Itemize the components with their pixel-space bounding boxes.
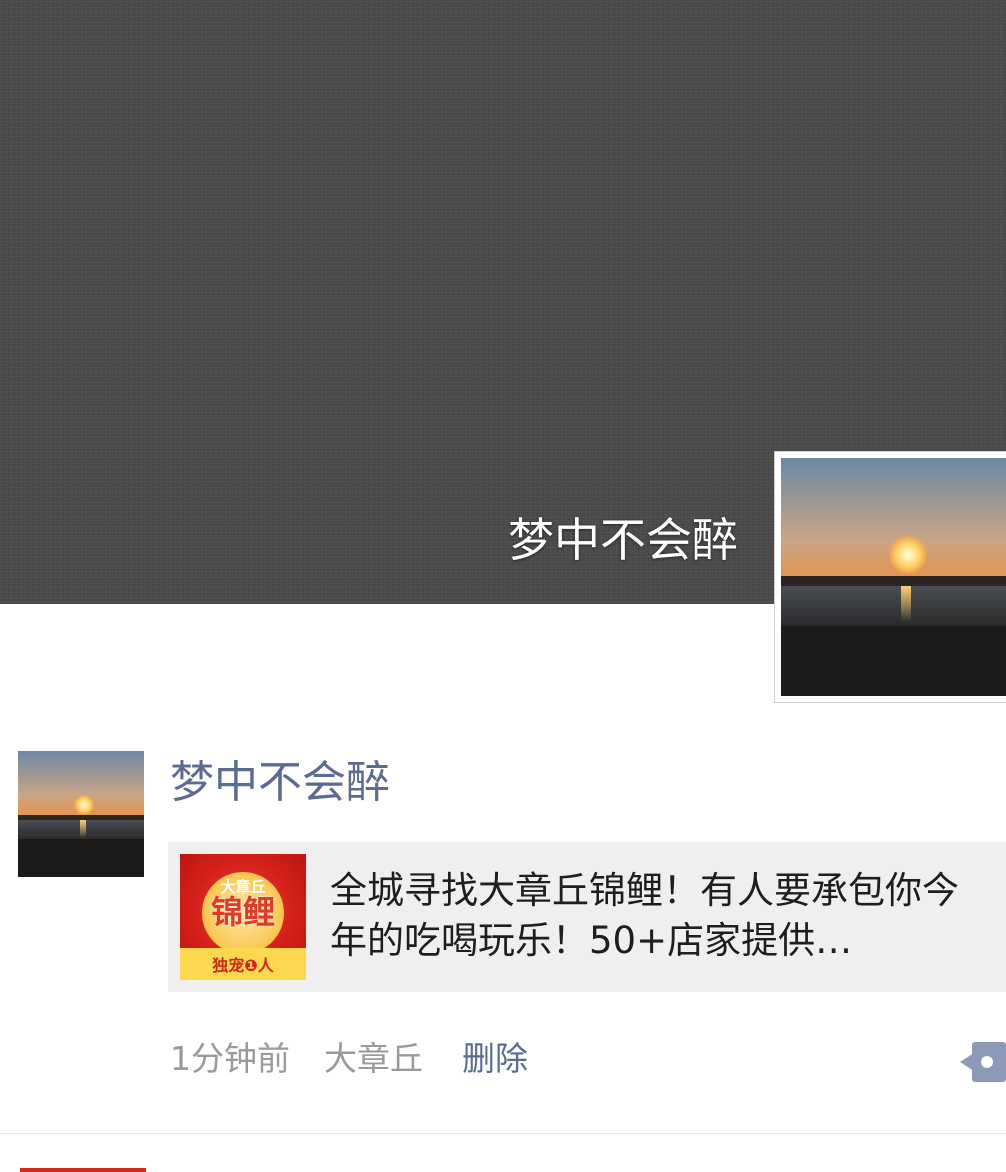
comment-action-button[interactable] bbox=[960, 1040, 1006, 1084]
moments-page: 梦中不会醉 梦中不会醉 大章丘 锦鲤 独宠❶人 全城寻找大章丘锦鲤！有人要承包你… bbox=[0, 0, 1006, 1172]
thumbnail-bottom-text: 独宠❶人 bbox=[212, 956, 274, 975]
profile-avatar[interactable] bbox=[774, 451, 1006, 703]
profile-name[interactable]: 梦中不会醉 bbox=[508, 510, 738, 570]
link-thumbnail: 大章丘 锦鲤 独宠❶人 bbox=[180, 854, 306, 980]
post-author-avatar[interactable] bbox=[18, 751, 144, 877]
post-divider bbox=[0, 1133, 1006, 1134]
sunset-avatar-icon bbox=[781, 458, 1006, 696]
link-title: 全城寻找大章丘锦鲤！有人要承包你今年的吃喝玩乐！50+店家提供… bbox=[330, 869, 959, 962]
comment-dots-icon bbox=[960, 1040, 1006, 1084]
post-time: 1分钟前 bbox=[170, 1039, 290, 1078]
next-post-avatar[interactable] bbox=[20, 1168, 146, 1172]
post-location[interactable]: 大章丘 bbox=[324, 1035, 423, 1083]
sunset-avatar-icon bbox=[18, 751, 144, 877]
delete-link[interactable]: 删除 bbox=[462, 1035, 528, 1083]
thumbnail-main-text: 锦鲤 bbox=[210, 893, 275, 931]
shared-link-card[interactable]: 大章丘 锦鲤 独宠❶人 全城寻找大章丘锦鲤！有人要承包你今年的吃喝玩乐！50+店… bbox=[168, 842, 1006, 992]
post-author-name[interactable]: 梦中不会醉 bbox=[170, 752, 390, 814]
